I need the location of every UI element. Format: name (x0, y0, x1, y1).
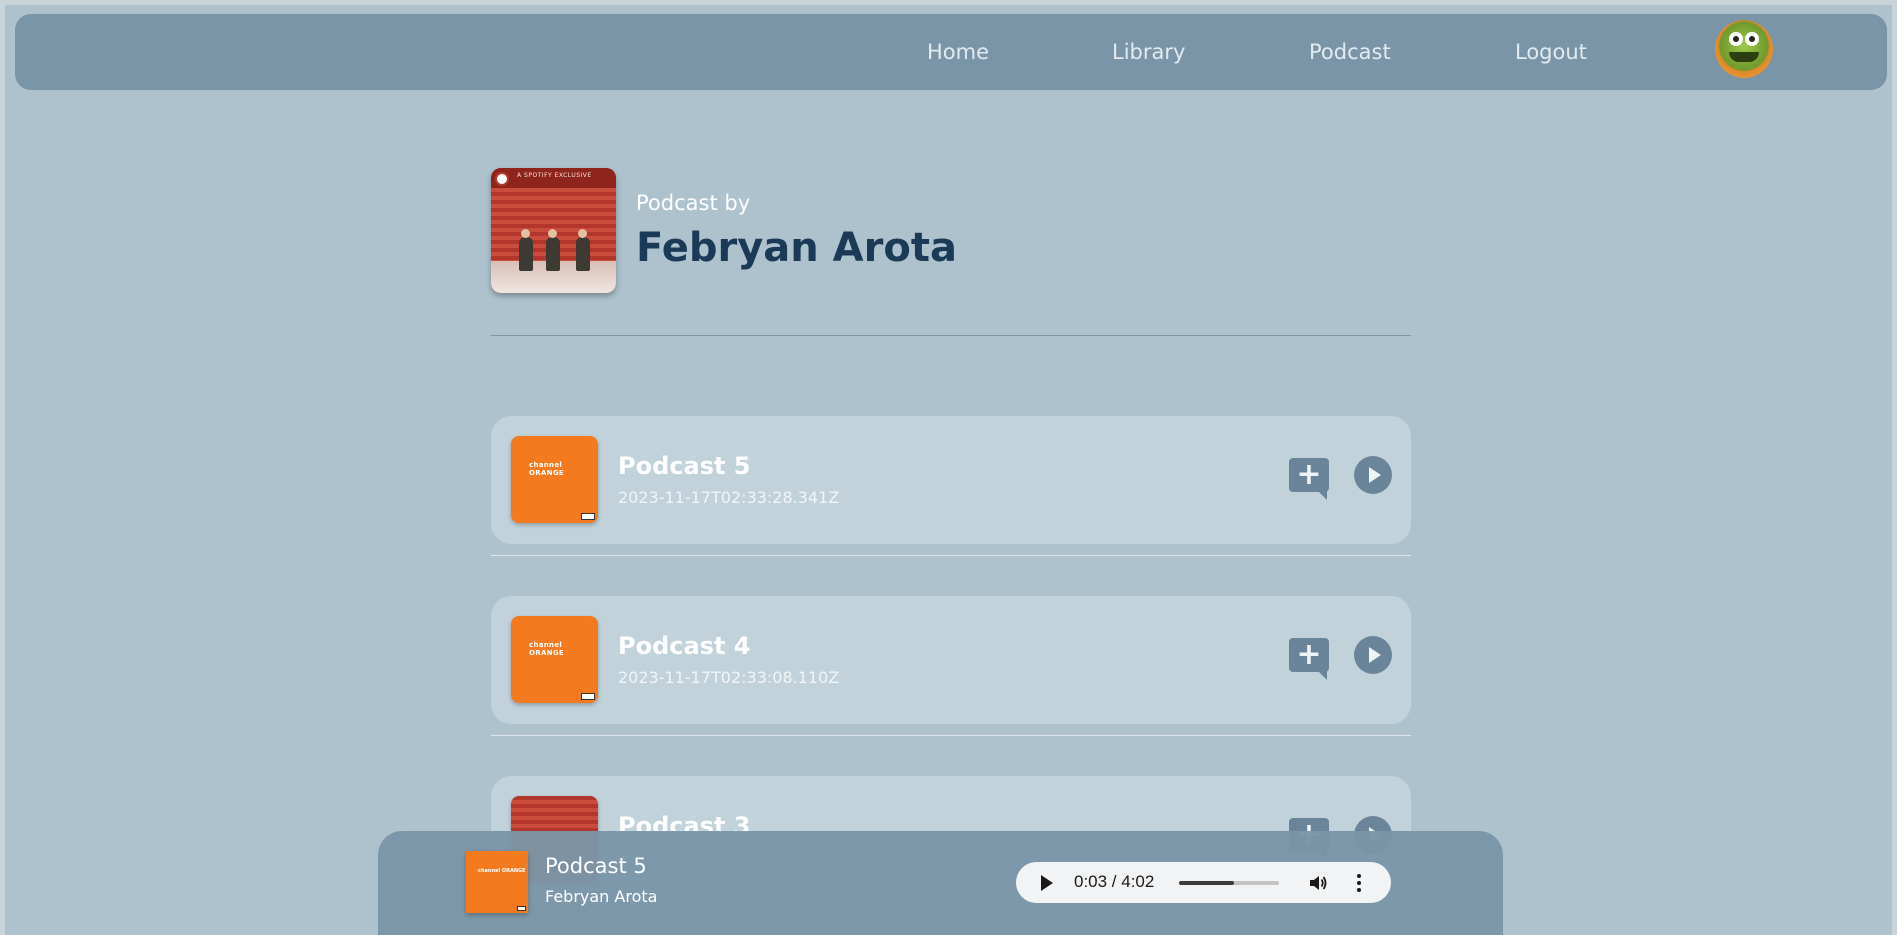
now-playing-title: Podcast 5 (545, 854, 647, 878)
audio-play-button[interactable] (1041, 875, 1053, 891)
cover-figure (546, 237, 560, 271)
cover-figure-head (548, 229, 557, 238)
podcast-thumbnail: channel ORANGE (511, 436, 598, 523)
play-podcast-button[interactable] (1354, 636, 1392, 674)
card-separator (491, 555, 1411, 556)
spotify-badge-icon (495, 172, 509, 186)
now-playing-thumbnail: channel ORANGE (466, 851, 528, 913)
play-podcast-button[interactable] (1354, 456, 1392, 494)
navbar: Home Library Podcast Logout (15, 14, 1887, 90)
podcast-date: 2023-11-17T02:33:08.110Z (618, 668, 840, 687)
cover-figure-head (578, 229, 587, 238)
audio-time: 0:03 / 4:02 (1074, 872, 1155, 891)
nav-logout-link[interactable]: Logout (1515, 40, 1587, 64)
podcast-title: Podcast 4 (618, 632, 751, 660)
avatar-eye (1745, 32, 1759, 46)
now-playing-artist: Febryan Arota (545, 887, 658, 906)
podcast-title: Podcast 5 (618, 452, 751, 480)
page-subtitle: Podcast by (636, 191, 751, 215)
advisory-label-icon (581, 513, 595, 520)
card-separator (491, 735, 1411, 736)
volume-icon[interactable] (1308, 873, 1328, 893)
advisory-label-icon (517, 906, 526, 911)
podcast-date: 2023-11-17T02:33:28.341Z (618, 488, 840, 507)
avatar[interactable] (1715, 20, 1773, 78)
podcast-card[interactable]: channel ORANGE Podcast 5 2023-11-17T02:3… (491, 416, 1411, 544)
podcast-thumbnail: channel ORANGE (511, 616, 598, 703)
avatar-mouth (1729, 52, 1759, 62)
cover-band-text: A SPOTIFY EXCLUSIVE (517, 172, 592, 179)
avatar-eye (1729, 32, 1743, 46)
audio-seek-progress (1179, 881, 1234, 885)
thumbnail-brand-text: channel ORANGE (529, 641, 564, 657)
advisory-label-icon (581, 693, 595, 700)
thumbnail-brand-text: channel ORANGE (529, 461, 564, 477)
thumbnail-brand-text: channel ORANGE (478, 868, 526, 874)
add-comment-button[interactable]: + (1289, 637, 1329, 680)
audio-player: 0:03 / 4:02 (1016, 862, 1391, 903)
audio-seek-slider[interactable] (1179, 881, 1279, 885)
now-playing-bar: channel ORANGE Podcast 5 Febryan Arota 0… (378, 831, 1503, 935)
cover-figure (576, 237, 590, 271)
cover-figure-head (521, 229, 530, 238)
add-comment-button[interactable]: + (1289, 457, 1329, 500)
app-frame: Home Library Podcast Logout A SPOTIFY EX… (5, 5, 1892, 935)
plus-icon: + (1296, 637, 1322, 672)
nav-library-link[interactable]: Library (1112, 40, 1185, 64)
nav-home-link[interactable]: Home (927, 40, 989, 64)
nav-podcast-link[interactable]: Podcast (1309, 40, 1391, 64)
more-options-icon[interactable] (1356, 872, 1362, 894)
header-divider (491, 335, 1411, 336)
podcast-cover-art: A SPOTIFY EXCLUSIVE (491, 168, 616, 293)
podcast-card[interactable]: channel ORANGE Podcast 4 2023-11-17T02:3… (491, 596, 1411, 724)
plus-icon: + (1296, 457, 1322, 492)
page-title: Febryan Arota (636, 225, 957, 271)
cover-figure (519, 237, 533, 271)
